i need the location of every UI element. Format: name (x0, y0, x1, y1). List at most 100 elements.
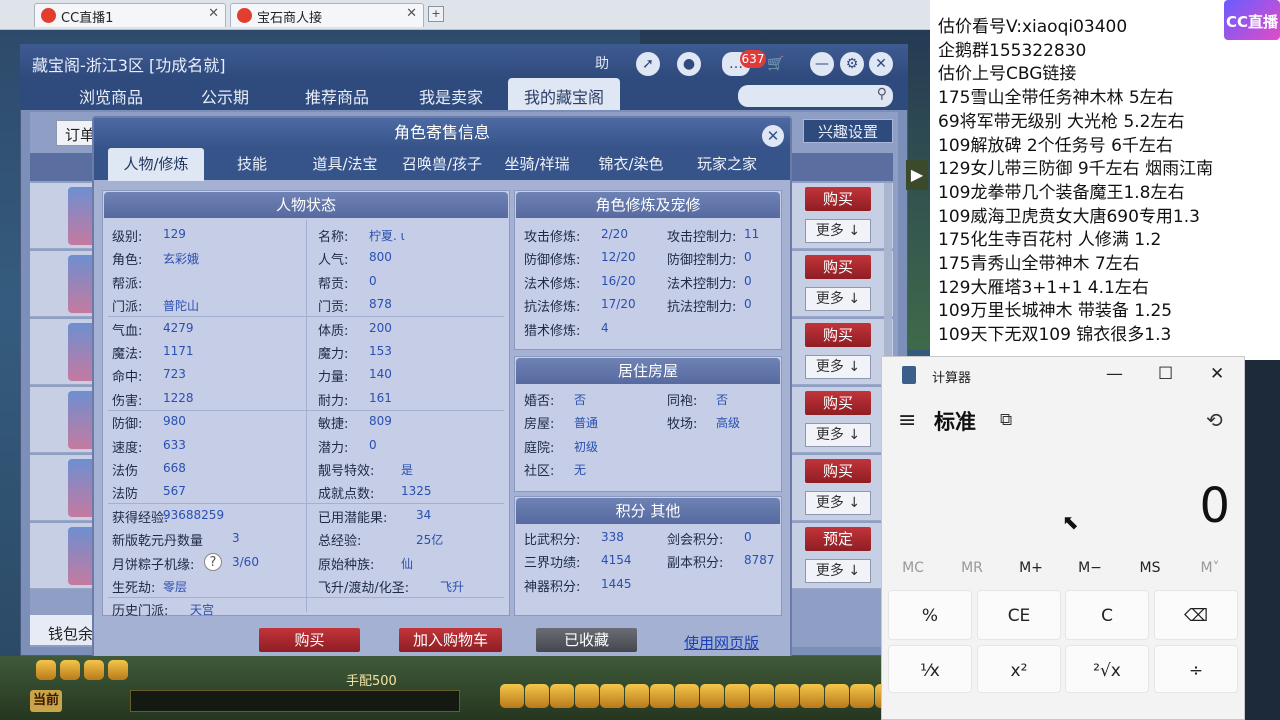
calc-key[interactable]: x² (977, 645, 1061, 693)
more-button[interactable]: 更多 ↓ (805, 491, 871, 515)
calc-key[interactable]: ²√x (1065, 645, 1149, 693)
toolbar-icon[interactable] (84, 660, 104, 680)
tab-pets[interactable]: 召唤兽/孩子 (394, 148, 490, 180)
calc-key[interactable]: CE (977, 590, 1061, 640)
history-icon[interactable]: ⟲ (1206, 408, 1223, 432)
keep-on-top-icon[interactable]: ⧉ (1000, 410, 1012, 430)
toolbar-icon[interactable] (108, 660, 128, 680)
more-button[interactable]: 更多 ↓ (805, 423, 871, 447)
stat-value: 普陀山 (163, 299, 200, 314)
nav-seller[interactable]: 我是卖家 (396, 78, 506, 110)
stat-label: 气血: (112, 323, 143, 339)
buy-button[interactable]: 购买 (805, 391, 871, 415)
minimize-icon[interactable]: — (1106, 364, 1123, 384)
help-icon[interactable]: 助 (590, 52, 614, 76)
browser-tab-gem-merchant[interactable]: 宝石商人接 ✕ (230, 3, 424, 27)
close-icon[interactable]: ✕ (406, 6, 417, 21)
toolbar-icon[interactable] (675, 684, 699, 708)
close-icon[interactable]: ✕ (869, 52, 893, 76)
memory-button[interactable]: MR (952, 560, 992, 576)
help-icon[interactable]: ? (204, 552, 222, 571)
tab-skills[interactable]: 技能 (214, 148, 290, 180)
add-cart-button[interactable]: 加入购物车 (399, 628, 502, 652)
tab-outfits[interactable]: 锦衣/染色 (588, 148, 674, 180)
arrow-right-icon[interactable]: ▶ (906, 160, 928, 190)
toolbar-icon[interactable] (825, 684, 849, 708)
reserve-button[interactable]: 预定 (805, 527, 871, 551)
order-button[interactable]: 订单 (56, 120, 96, 146)
tab-home[interactable]: 玩家之家 (684, 148, 770, 180)
buy-button[interactable]: 购买 (805, 187, 871, 211)
calc-key[interactable]: ¹⁄x (888, 645, 972, 693)
buy-button[interactable]: 购买 (805, 459, 871, 483)
menu-icon[interactable]: ≡ (898, 408, 916, 433)
stat-value: 仙 (401, 556, 414, 571)
close-icon[interactable]: ✕ (208, 6, 219, 21)
toolbar-icon[interactable] (550, 684, 574, 708)
toolbar-icon[interactable] (650, 684, 674, 708)
tab-items[interactable]: 道具/法宝 (300, 148, 390, 180)
share-icon[interactable]: ➚ (636, 52, 660, 76)
chat-message: 175化生寺百花村 人修满 1.2 (938, 230, 1162, 251)
toolbar-icon[interactable] (525, 684, 549, 708)
info-value: 17/20 (601, 297, 636, 312)
toolbar-icon[interactable] (800, 684, 824, 708)
toolbar-icon[interactable] (575, 684, 599, 708)
buy-button[interactable]: 购买 (259, 628, 360, 652)
stop-icon[interactable]: ● (677, 52, 701, 76)
nav-public[interactable]: 公示期 (170, 78, 280, 110)
search-icon[interactable]: ⚲ (877, 86, 887, 102)
buy-button[interactable]: 购买 (805, 255, 871, 279)
toolbar-icon[interactable] (725, 684, 749, 708)
nav-recommend[interactable]: 推荐商品 (282, 78, 392, 110)
dialog-tabs: 人物/修炼 技能 道具/法宝 召唤兽/孩子 坐骑/祥瑞 锦衣/染色 玩家之家 (94, 148, 790, 181)
chat-input[interactable] (130, 690, 460, 712)
interest-settings-button[interactable]: 兴趣设置 (803, 119, 893, 143)
calc-key[interactable]: ÷ (1154, 645, 1238, 693)
nav-browse[interactable]: 浏览商品 (56, 78, 166, 110)
nav-my-shop[interactable]: 我的藏宝阁 (508, 78, 620, 110)
new-tab-icon[interactable]: + (428, 6, 444, 22)
toolbar-icon[interactable] (500, 684, 524, 708)
toolbar-icon[interactable] (60, 660, 80, 680)
close-icon[interactable]: ✕ (762, 125, 784, 147)
toolbar-icon[interactable] (625, 684, 649, 708)
memory-button[interactable]: MC (893, 560, 933, 576)
more-button[interactable]: 更多 ↓ (805, 559, 871, 583)
minimize-icon[interactable]: — (810, 52, 834, 76)
toolbar-icon[interactable] (600, 684, 624, 708)
toolbar-icon[interactable] (850, 684, 874, 708)
memory-button[interactable]: M˅ (1190, 560, 1230, 576)
more-button[interactable]: 更多 ↓ (805, 219, 871, 243)
toolbar-icon[interactable] (775, 684, 799, 708)
web-version-link[interactable]: 使用网页版 (684, 632, 759, 653)
collected-button[interactable]: 已收藏 (536, 628, 637, 652)
memory-button[interactable]: M− (1070, 560, 1110, 576)
maximize-icon[interactable]: ☐ (1158, 364, 1173, 384)
toolbar-icon[interactable] (36, 660, 56, 680)
settings-icon[interactable]: ⚙ (840, 52, 864, 76)
memory-button[interactable]: M+ (1011, 560, 1051, 576)
more-button[interactable]: 更多 ↓ (805, 355, 871, 379)
stat-label: 月饼粽子机缘: (112, 557, 195, 573)
stat-label: 成就点数: (318, 487, 375, 503)
browser-tab-cc-live[interactable]: CC直播1 ✕ (34, 3, 226, 27)
memory-button[interactable]: MS (1130, 560, 1170, 576)
tab-mounts[interactable]: 坐骑/祥瑞 (494, 148, 580, 180)
stat-value: 零层 (163, 580, 188, 594)
buy-button[interactable]: 购买 (805, 323, 871, 347)
current-channel-button[interactable]: 当前 (30, 690, 62, 712)
close-icon[interactable]: ✕ (1210, 364, 1224, 384)
search-input[interactable]: ⚲ (738, 85, 893, 107)
cart-icon[interactable]: 🛒 (764, 52, 788, 76)
calc-key[interactable]: ⌫ (1154, 590, 1238, 640)
tab-character[interactable]: 人物/修炼 (108, 148, 204, 181)
dialog-title: 角色寄售信息 (94, 118, 790, 148)
stat-label: 力量: (318, 370, 349, 386)
more-button[interactable]: 更多 ↓ (805, 287, 871, 311)
toolbar-icon[interactable] (700, 684, 724, 708)
info-value: 338 (601, 530, 624, 544)
calc-key[interactable]: % (888, 590, 972, 640)
calc-key[interactable]: C (1065, 590, 1149, 640)
toolbar-icon[interactable] (750, 684, 774, 708)
